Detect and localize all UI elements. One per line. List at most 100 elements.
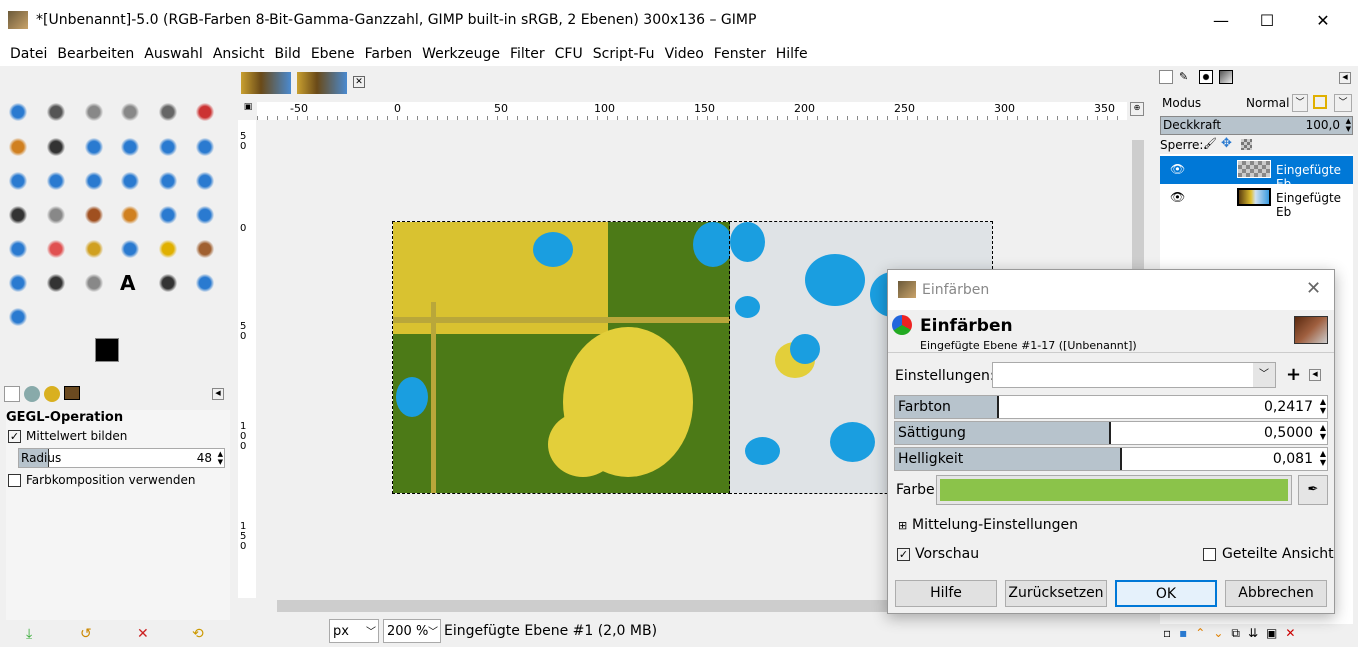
new-layer-icon[interactable]: ▫ (1163, 626, 1171, 641)
measure-tool-icon[interactable] (195, 273, 215, 293)
crop-tool-icon[interactable] (120, 137, 140, 157)
device-status-tab-icon[interactable] (24, 386, 40, 402)
panel-menu-icon[interactable]: ◀ (1309, 369, 1321, 381)
menu-bild[interactable]: Bild (275, 46, 301, 62)
mode-dropdown[interactable]: ﹀ (1292, 94, 1308, 112)
mypaint-tool-icon[interactable] (8, 239, 28, 259)
flip-tool-icon[interactable] (46, 171, 66, 191)
farbkomposition-checkbox[interactable] (8, 474, 21, 487)
n-point-tool-icon[interactable] (195, 171, 215, 191)
scissors-tool-icon[interactable] (195, 102, 215, 122)
tab-close-icon[interactable]: ✕ (353, 76, 365, 88)
airbrush-tool-icon[interactable] (158, 205, 178, 225)
paintbrush-tool-icon[interactable] (84, 205, 104, 225)
raise-layer-icon[interactable]: ⌃ (1195, 626, 1205, 641)
lock-position-icon[interactable]: ✥ (1221, 136, 1232, 151)
undo-history-tab-icon[interactable] (44, 386, 60, 402)
foreground-select-tool-icon[interactable] (8, 137, 28, 157)
duplicate-layer-icon[interactable]: ⧉ (1231, 626, 1240, 641)
reset-button[interactable]: Zurücksetzen (1005, 580, 1107, 607)
radius-spinner[interactable]: Radius 48 ▲ ▼ (18, 448, 225, 468)
path-tool-icon[interactable] (84, 273, 104, 293)
lock-alpha-icon[interactable] (1241, 139, 1252, 150)
swap-mode-icon[interactable] (1313, 95, 1327, 109)
spin-arrows-icon[interactable]: ▲ ▼ (1320, 397, 1326, 415)
spin-arrows-icon[interactable]: ▲ ▼ (1346, 117, 1351, 133)
ink-tool-icon[interactable] (195, 205, 215, 225)
menu-ansicht[interactable]: Ansicht (213, 46, 265, 62)
dialog-close-button[interactable]: ✕ (1306, 278, 1321, 299)
eraser-tool-icon[interactable] (46, 239, 66, 259)
mode-value[interactable]: Normal (1246, 96, 1289, 110)
move-tool-icon[interactable] (8, 102, 28, 122)
maximize-button[interactable]: ☐ (1244, 8, 1290, 34)
foreground-color-swatch[interactable] (95, 338, 119, 362)
zoom-select[interactable]: 200 % ﹀ (383, 619, 441, 643)
blur-tool-icon[interactable] (8, 273, 28, 293)
menu-werkzeuge[interactable]: Werkzeuge (422, 46, 500, 62)
add-preset-button[interactable]: + (1286, 364, 1301, 385)
3d-transform-tool-icon[interactable] (158, 171, 178, 191)
zoom-tool-icon[interactable] (8, 307, 28, 327)
minimize-button[interactable]: — (1198, 8, 1244, 34)
saettigung-slider[interactable]: Sättigung 0,5000 ▲ ▼ (894, 421, 1328, 445)
tool-options-tab-icon[interactable] (4, 386, 20, 402)
color-picker-button[interactable]: ✒ (1298, 475, 1328, 505)
color-select-tool-icon[interactable] (84, 137, 104, 157)
free-select-tool-icon[interactable] (158, 102, 178, 122)
panel-menu-icon[interactable]: ◀ (1339, 72, 1351, 84)
lower-layer-icon[interactable]: ⌄ (1213, 626, 1223, 641)
channels-tab-icon[interactable] (1199, 70, 1213, 84)
menu-bearbeiten[interactable]: Bearbeiten (57, 46, 134, 62)
save-preset-icon[interactable]: ⤓ (26, 626, 32, 642)
spin-arrows-icon[interactable]: ▲ ▼ (1320, 449, 1326, 467)
mittelwert-checkbox[interactable]: ✓ (8, 430, 21, 443)
menu-fenster[interactable]: Fenster (714, 46, 766, 62)
delete-layer-icon[interactable]: ✕ (1285, 626, 1295, 641)
cancel-button[interactable]: Abbrechen (1225, 580, 1327, 607)
spin-arrows-icon[interactable]: ▲ ▼ (218, 450, 223, 466)
clone-tool-icon[interactable] (84, 239, 104, 259)
ruler-corner[interactable]: ▣ (240, 102, 256, 120)
fuzzy-select-tool-icon[interactable] (46, 137, 66, 157)
layer-row[interactable]: 👁 Eingefügte Eb (1160, 184, 1353, 219)
menu-cfu[interactable]: CFU (555, 46, 583, 62)
unit-select[interactable]: px ﹀ (329, 619, 379, 643)
farbe-color-button[interactable] (936, 475, 1292, 505)
menu-video[interactable]: Video (665, 46, 704, 62)
align-tool-icon[interactable] (46, 102, 66, 122)
layer-row[interactable]: 👁 Eingefügte Eb (1160, 156, 1353, 191)
spin-arrows-icon[interactable]: ▲ ▼ (1320, 423, 1326, 441)
visibility-eye-icon[interactable]: 👁 (1170, 162, 1185, 176)
help-button[interactable]: Hilfe (895, 580, 997, 607)
ok-button[interactable]: OK (1115, 580, 1217, 607)
lock-pixels-icon[interactable]: 🖌 (1203, 137, 1217, 150)
navigate-icon[interactable]: ⊕ (1130, 102, 1144, 116)
composite-dropdown[interactable]: ﹀ (1334, 94, 1352, 112)
image-tab-thumbnail[interactable] (297, 72, 347, 94)
reset-preset-icon[interactable]: ⟲ (192, 626, 204, 642)
gradient-tab-icon[interactable] (1219, 70, 1233, 84)
panel-menu-icon[interactable]: ◀ (212, 388, 224, 400)
restore-preset-icon[interactable]: ↺ (80, 626, 92, 642)
rect-select-tool-icon[interactable] (84, 102, 104, 122)
expander-icon[interactable]: ⊞ (898, 519, 907, 532)
menu-farben[interactable]: Farben (365, 46, 412, 62)
paths-tab-icon[interactable]: ✎ (1179, 70, 1193, 84)
geteilte-ansicht-checkbox[interactable] (1203, 548, 1216, 561)
menu-hilfe[interactable]: Hilfe (776, 46, 808, 62)
layers-tab-icon[interactable] (1159, 70, 1173, 84)
handle-transform-tool-icon[interactable] (120, 171, 140, 191)
merge-layer-icon[interactable]: ⇊ (1248, 626, 1258, 641)
perspective-tool-icon[interactable] (8, 171, 28, 191)
menu-auswahl[interactable]: Auswahl (144, 46, 203, 62)
visibility-eye-icon[interactable]: 👁 (1170, 190, 1185, 204)
cage-tool-icon[interactable] (84, 171, 104, 191)
heal-tool-icon[interactable] (120, 239, 140, 259)
ellipse-select-tool-icon[interactable] (120, 102, 140, 122)
opacity-spinner[interactable]: Deckkraft 100,0 ▲ ▼ (1160, 116, 1353, 135)
unified-transform-tool-icon[interactable] (158, 137, 178, 157)
vorschau-checkbox[interactable]: ✓ (897, 548, 910, 561)
blend-tool-icon[interactable] (46, 205, 66, 225)
images-tab-icon[interactable] (64, 386, 80, 400)
